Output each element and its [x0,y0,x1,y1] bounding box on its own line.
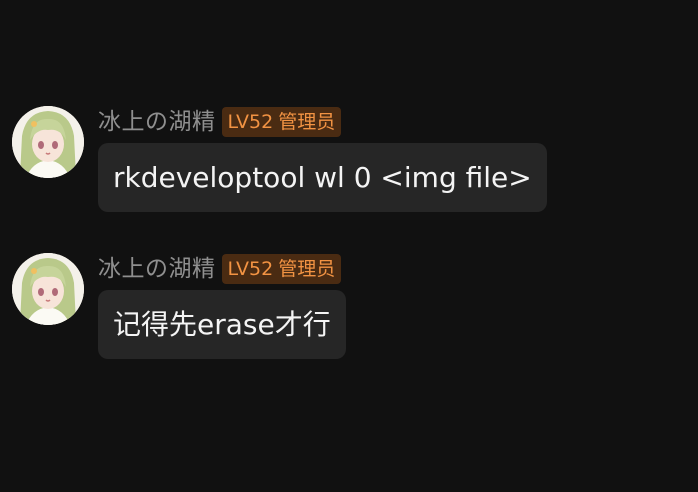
message-bubble[interactable]: 记得先erase才行 [98,290,346,359]
chat-message-list: 冰上の湖精 LV52 管理员 rkdeveloptool wl 0 <img f… [0,0,698,492]
sender-name[interactable]: 冰上の湖精 [98,106,216,138]
avatar-image [12,106,84,178]
member-badge: LV52 管理员 [221,107,342,137]
message-header: 冰上の湖精 LV52 管理员 [98,106,342,138]
avatar[interactable] [12,253,84,325]
badge-role: 管理员 [278,111,336,133]
badge-level: LV52 [227,258,274,280]
chat-message: 冰上の湖精 LV52 管理员 记得先erase才行 [12,253,698,373]
chat-message: 冰上の湖精 LV52 管理员 rkdeveloptool wl 0 <img f… [12,106,698,226]
message-header: 冰上の湖精 LV52 管理员 [98,253,342,285]
avatar[interactable] [12,106,84,178]
avatar-image [12,253,84,325]
member-badge: LV52 管理员 [221,254,342,284]
sender-name[interactable]: 冰上の湖精 [98,253,216,285]
badge-role: 管理员 [278,258,336,280]
message-bubble[interactable]: rkdeveloptool wl 0 <img file> [98,143,547,212]
badge-level: LV52 [227,111,274,133]
